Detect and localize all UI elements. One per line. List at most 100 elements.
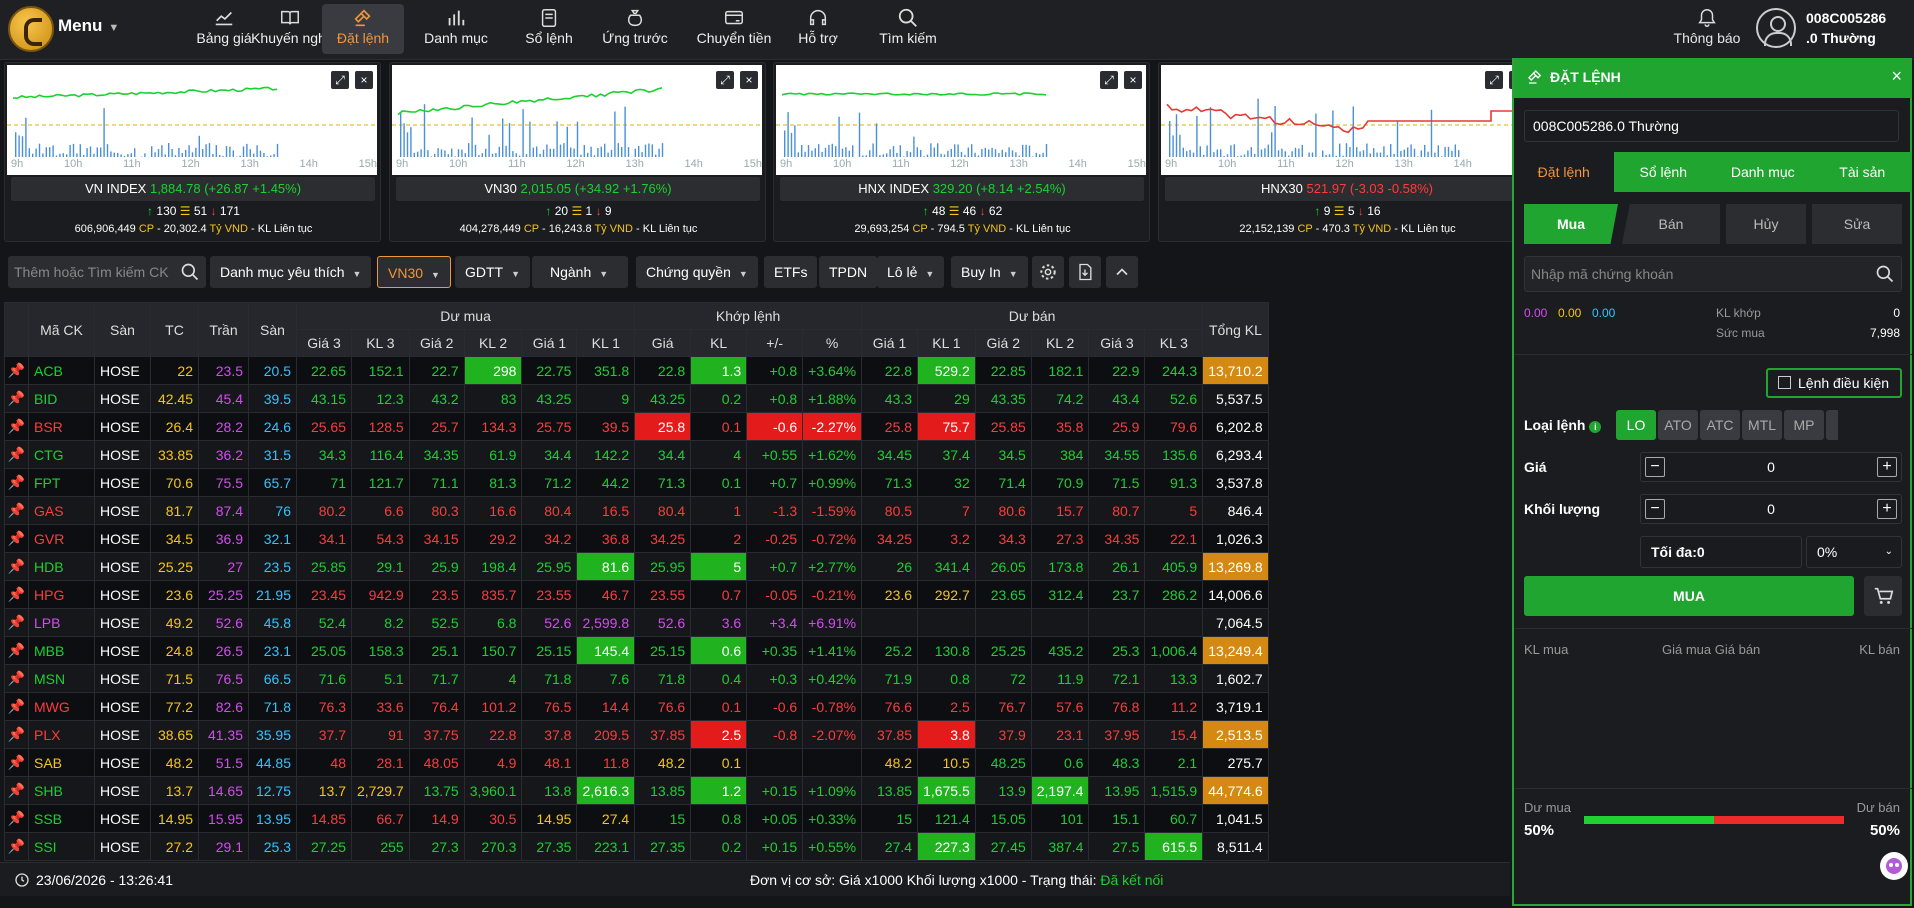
- minus-icon[interactable]: −: [1645, 457, 1665, 477]
- quote-cell[interactable]: 2: [690, 524, 748, 553]
- symbol-cell[interactable]: CTG: [28, 440, 95, 469]
- plus-icon[interactable]: +: [1877, 499, 1897, 519]
- total-volume-header[interactable]: Tổng KL: [1202, 302, 1269, 357]
- tab-assets[interactable]: Tài sản: [1813, 152, 1913, 192]
- quote-cell[interactable]: 34.55: [1088, 440, 1146, 469]
- plus-icon[interactable]: +: [1877, 457, 1897, 477]
- symbol-cell[interactable]: BSR: [28, 412, 95, 441]
- quote-cell[interactable]: 71.5: [1088, 468, 1146, 497]
- quote-cell[interactable]: 48.2: [861, 748, 919, 777]
- quote-cell[interactable]: 44.2: [576, 468, 636, 497]
- quote-cell[interactable]: 121.7: [351, 468, 410, 497]
- quote-cell[interactable]: 134.3: [463, 412, 523, 441]
- pin-icon[interactable]: 📌: [4, 384, 29, 413]
- order-type-ato[interactable]: ATO: [1658, 410, 1698, 440]
- quote-cell[interactable]: 11.8: [576, 748, 636, 777]
- quote-cell[interactable]: 80.3: [408, 496, 465, 525]
- quote-cell[interactable]: 128.5: [351, 412, 410, 441]
- quote-cell[interactable]: 37.75: [408, 720, 465, 749]
- quote-cell[interactable]: 71.3: [861, 468, 919, 497]
- quote-cell[interactable]: -0.25: [746, 524, 804, 553]
- quote-cell[interactable]: 37.8: [521, 720, 578, 749]
- quote-cell[interactable]: 130.8: [917, 636, 976, 665]
- etfs-button[interactable]: ETFs: [764, 256, 818, 288]
- quote-cell[interactable]: 351.8: [576, 356, 636, 385]
- quote-cell[interactable]: 80.4: [634, 496, 692, 525]
- quote-cell[interactable]: 22.75: [521, 356, 578, 385]
- quote-cell[interactable]: 26.1: [1088, 552, 1146, 581]
- quantity-input[interactable]: 0: [1671, 501, 1871, 517]
- odd-lot-dropdown[interactable]: Lô lẻ ▼: [877, 256, 945, 288]
- pin-icon[interactable]: 📌: [4, 468, 29, 497]
- quote-cell[interactable]: 25.2: [861, 636, 919, 665]
- quote-cell[interactable]: -2.27%: [802, 412, 863, 441]
- expand-icon[interactable]: ⤢: [1485, 71, 1503, 89]
- table-row[interactable]: 📌 FPT HOSE 70.6 75.5 65.7 71 121.7 71.1 81.3 71.2 4…: [4, 468, 1327, 497]
- quote-cell[interactable]: -0.05: [746, 580, 804, 609]
- quote-cell[interactable]: 16.5: [576, 496, 636, 525]
- symbol-search-input[interactable]: [8, 256, 173, 288]
- quote-cell[interactable]: 48.3: [1088, 748, 1146, 777]
- quote-cell[interactable]: 61.9: [463, 440, 523, 469]
- symbol-cell[interactable]: HDB: [28, 552, 95, 581]
- nav-bar-chart[interactable]: Danh mục: [414, 4, 498, 54]
- quote-cell[interactable]: 9: [576, 384, 636, 413]
- symbol-header[interactable]: Mã CK: [28, 302, 95, 357]
- quote-cell[interactable]: +0.99%: [802, 468, 863, 497]
- symbol-cell[interactable]: FPT: [28, 468, 95, 497]
- quote-cell[interactable]: 34.25: [634, 524, 692, 553]
- order-type-lo[interactable]: LO: [1616, 410, 1656, 440]
- quote-cell[interactable]: +0.05: [746, 804, 804, 833]
- quote-cell[interactable]: 76.7: [974, 692, 1032, 721]
- quote-cell[interactable]: +0.7: [746, 468, 804, 497]
- quote-cell[interactable]: 5: [690, 552, 748, 581]
- quote-cell[interactable]: 1,515.9: [1144, 776, 1204, 805]
- quote-cell[interactable]: 13.75: [408, 776, 465, 805]
- quote-cell[interactable]: 286.2: [1144, 580, 1204, 609]
- quote-cell[interactable]: 25.7: [408, 412, 465, 441]
- quote-cell[interactable]: 1.3: [690, 356, 748, 385]
- quote-cell[interactable]: [802, 748, 863, 777]
- quote-cell[interactable]: 23.45: [296, 580, 352, 609]
- quote-cell[interactable]: 27.3: [408, 832, 465, 861]
- quote-cell[interactable]: 298: [463, 356, 523, 385]
- quote-cell[interactable]: +0.8: [746, 384, 804, 413]
- tab-portfolio[interactable]: Danh mục: [1713, 152, 1813, 192]
- nav-money-bag[interactable]: Ứng trước: [594, 4, 676, 54]
- table-row[interactable]: 📌 LPB HOSE 49.2 52.6 45.8 52.4 8.2 52.5 6.8 52.6 2,…: [4, 608, 1327, 637]
- quote-cell[interactable]: 3,960.1: [463, 776, 523, 805]
- quote-cell[interactable]: 25.8: [861, 412, 919, 441]
- quote-cell[interactable]: 33.6: [351, 692, 410, 721]
- conditional-order-toggle[interactable]: Lệnh điều kiện: [1766, 368, 1902, 398]
- quote-cell[interactable]: 29.1: [351, 552, 410, 581]
- quote-cell[interactable]: 34.45: [861, 440, 919, 469]
- quote-cell[interactable]: 37.85: [634, 720, 692, 749]
- search-icon[interactable]: [1875, 264, 1895, 284]
- symbol-cell[interactable]: MWG: [28, 692, 95, 721]
- submit-buy-button[interactable]: MUA: [1524, 576, 1854, 616]
- order-type-atc[interactable]: ATC: [1700, 410, 1740, 440]
- quote-cell[interactable]: 14.85: [296, 804, 352, 833]
- symbol-cell[interactable]: ACB: [28, 356, 95, 385]
- warrants-dropdown[interactable]: Chứng quyền ▼: [636, 256, 758, 288]
- industry-dropdown[interactable]: Ngành ▼: [532, 256, 628, 288]
- table-row[interactable]: 📌 BID HOSE 42.45 45.4 39.5 43.15 12.3 43.2 83 43.2…: [4, 384, 1327, 413]
- quote-cell[interactable]: 4: [463, 664, 523, 693]
- quote-cell[interactable]: 8.2: [351, 608, 410, 637]
- quote-cell[interactable]: 2,729.7: [351, 776, 410, 805]
- quote-cell[interactable]: 16.6: [463, 496, 523, 525]
- table-row[interactable]: 📌 SSI HOSE 27.2 29.1 25.3 27.25 255 27.3 270.3 27.…: [4, 832, 1327, 861]
- quote-cell[interactable]: 2,616.3: [576, 776, 636, 805]
- quote-cell[interactable]: 150.7: [463, 636, 523, 665]
- quote-cell[interactable]: 22.8: [861, 356, 919, 385]
- quote-cell[interactable]: +0.35: [746, 636, 804, 665]
- collapse-button[interactable]: [1106, 256, 1138, 288]
- quote-cell[interactable]: 198.4: [463, 552, 523, 581]
- quote-cell[interactable]: 22.1: [1144, 524, 1204, 553]
- quote-cell[interactable]: 2.5: [690, 720, 748, 749]
- quote-cell[interactable]: 405.9: [1144, 552, 1204, 581]
- quote-cell[interactable]: 25.15: [521, 636, 578, 665]
- quote-cell[interactable]: 27.35: [634, 832, 692, 861]
- max-quantity[interactable]: Tối đa:0: [1640, 536, 1802, 568]
- expand-icon[interactable]: ⤢: [331, 71, 349, 89]
